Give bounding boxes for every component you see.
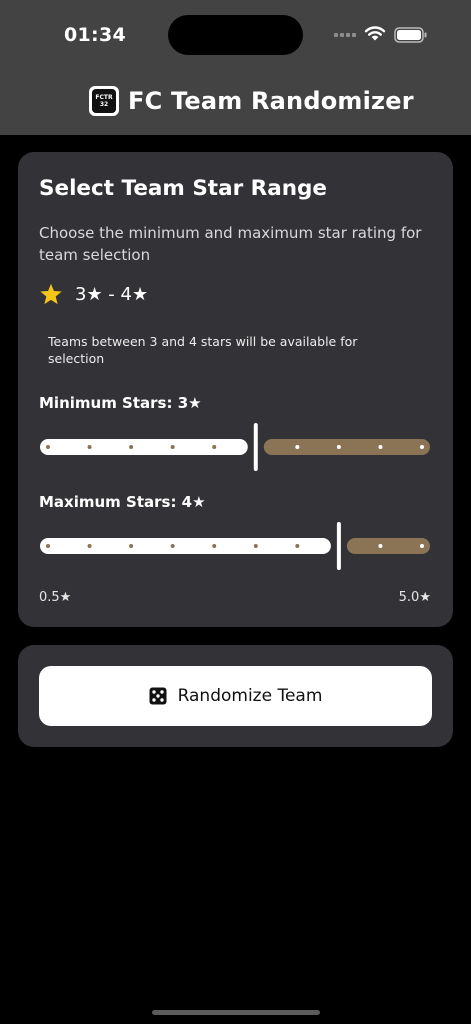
max-stars-label: Maximum Stars: 4★ <box>39 493 206 511</box>
range-note: Teams between 3 and 4 stars will be avai… <box>48 334 358 366</box>
max-slider-inactive-track <box>346 538 430 554</box>
randomize-team-button[interactable]: Randomize Team <box>39 666 432 726</box>
section-description: Choose the minimum and maximum star rati… <box>39 224 422 264</box>
logo-text-bottom: 32 <box>99 101 109 108</box>
min-slider-active-track <box>40 439 248 455</box>
max-slider-tick <box>378 544 383 548</box>
min-slider-tick <box>170 445 175 449</box>
star-range-card: Select Team Star Range Choose the minimu… <box>18 152 453 627</box>
dice-icon <box>149 687 167 705</box>
wifi-icon <box>364 26 386 41</box>
max-slider-tick <box>87 544 92 548</box>
min-slider-tick <box>129 445 134 449</box>
logo-text-top: FCTR <box>95 94 113 101</box>
min-slider-inactive-track <box>263 439 430 455</box>
home-indicator <box>152 1010 320 1015</box>
range-value: 3★ - 4★ <box>75 283 149 305</box>
app-title: FC Team Randomizer <box>128 87 414 115</box>
max-slider-tick <box>212 544 217 548</box>
min-stars-label: Minimum Stars: 3★ <box>39 394 202 412</box>
action-card: Randomize Team <box>18 645 453 747</box>
min-slider-tick <box>46 445 50 449</box>
min-slider-tick <box>295 445 300 449</box>
max-slider-tick <box>295 544 300 548</box>
max-slider-active-track <box>40 538 331 554</box>
max-stars-slider[interactable] <box>40 521 430 571</box>
min-slider-thumb[interactable] <box>253 423 258 471</box>
max-slider-tick <box>129 544 134 548</box>
randomize-button-label: Randomize Team <box>177 686 323 706</box>
min-slider-tick <box>420 445 424 449</box>
max-slider-tick <box>253 544 258 548</box>
app-header: 01:34 FCTR 32 FC Team Randomizer <box>0 0 471 135</box>
max-slider-tick <box>420 544 424 548</box>
app-title-bar: FCTR 32 FC Team Randomizer <box>89 86 414 116</box>
dynamic-island <box>168 15 303 55</box>
min-slider-tick <box>336 445 341 449</box>
min-slider-tick <box>378 445 383 449</box>
scale-max-label: 5.0★ <box>398 590 431 605</box>
max-slider-thumb[interactable] <box>336 522 341 570</box>
max-slider-tick <box>46 544 50 548</box>
star-icon <box>40 283 62 304</box>
cellular-signal-icon <box>334 33 356 37</box>
scale-min-label: 0.5★ <box>39 590 72 605</box>
battery-icon <box>394 27 427 43</box>
section-title: Select Team Star Range <box>39 176 328 201</box>
min-stars-slider[interactable] <box>40 422 430 472</box>
range-summary: 3★ - 4★ <box>39 282 148 306</box>
max-slider-tick <box>170 544 175 548</box>
min-slider-tick <box>212 445 217 449</box>
app-logo: FCTR 32 <box>89 86 119 116</box>
status-time: 01:34 <box>64 24 126 46</box>
min-slider-tick <box>87 445 92 449</box>
